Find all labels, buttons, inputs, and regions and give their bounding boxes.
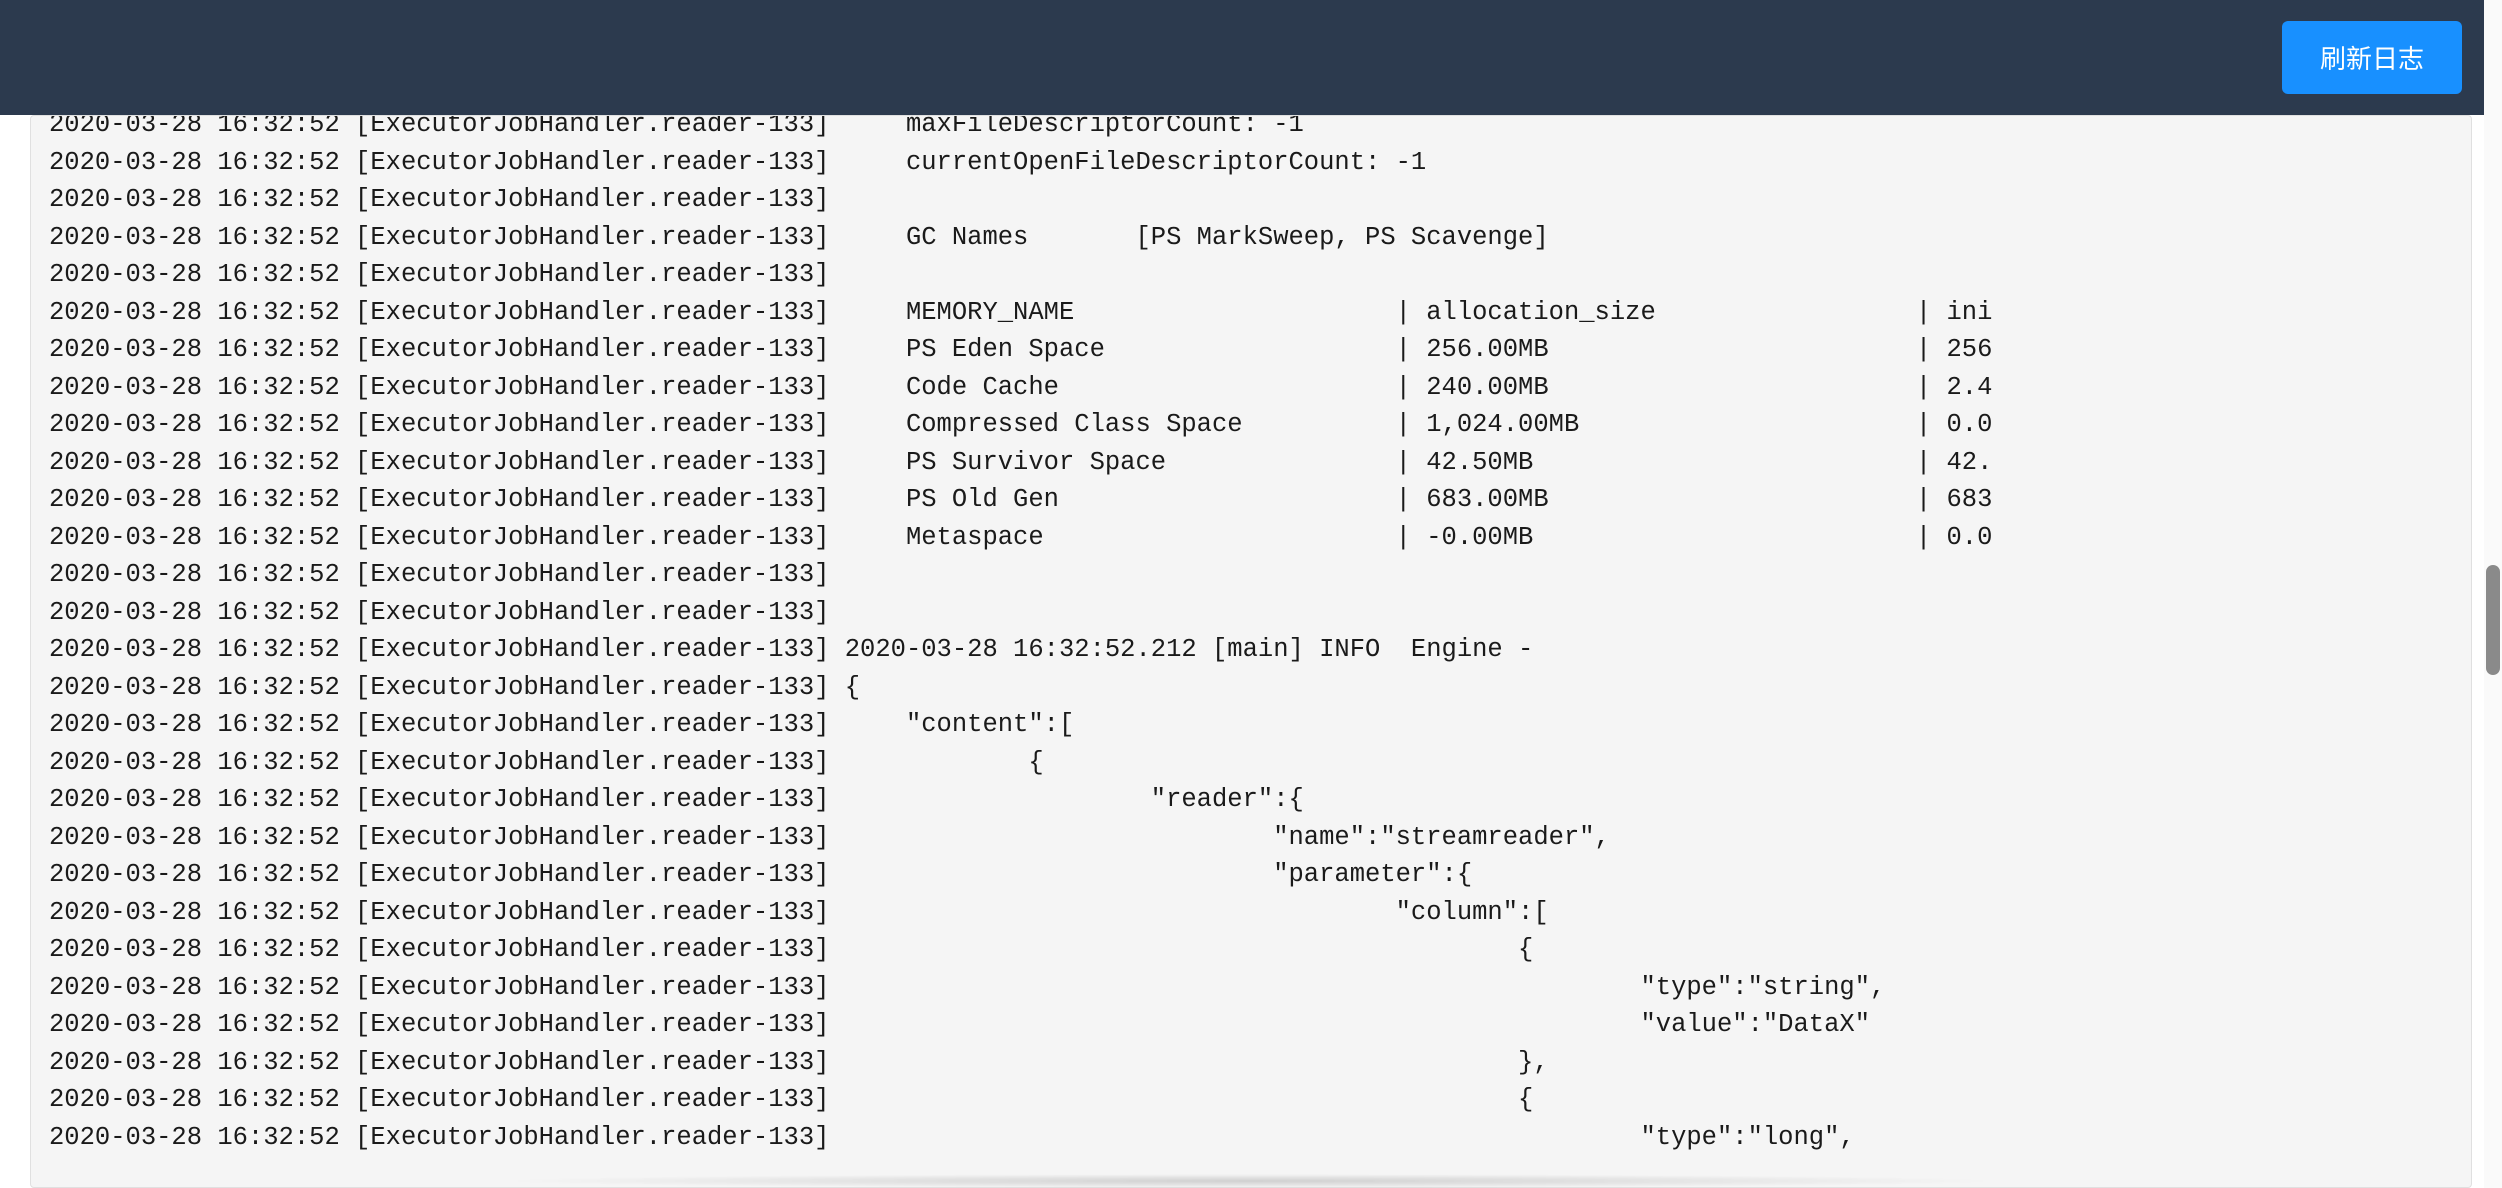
page-header: 刷新日志 [0,0,2502,115]
refresh-log-button[interactable]: 刷新日志 [2282,21,2462,94]
page-scrollbar-thumb[interactable] [2486,565,2500,675]
log-output: 2020-03-28 16:32:52 [ExecutorJobHandler.… [49,115,2453,1156]
page-scrollbar[interactable] [2484,0,2502,1188]
log-container: 2020-03-28 16:32:52 [ExecutorJobHandler.… [30,115,2472,1188]
content-area: 2020-03-28 16:32:52 [ExecutorJobHandler.… [0,115,2502,1188]
